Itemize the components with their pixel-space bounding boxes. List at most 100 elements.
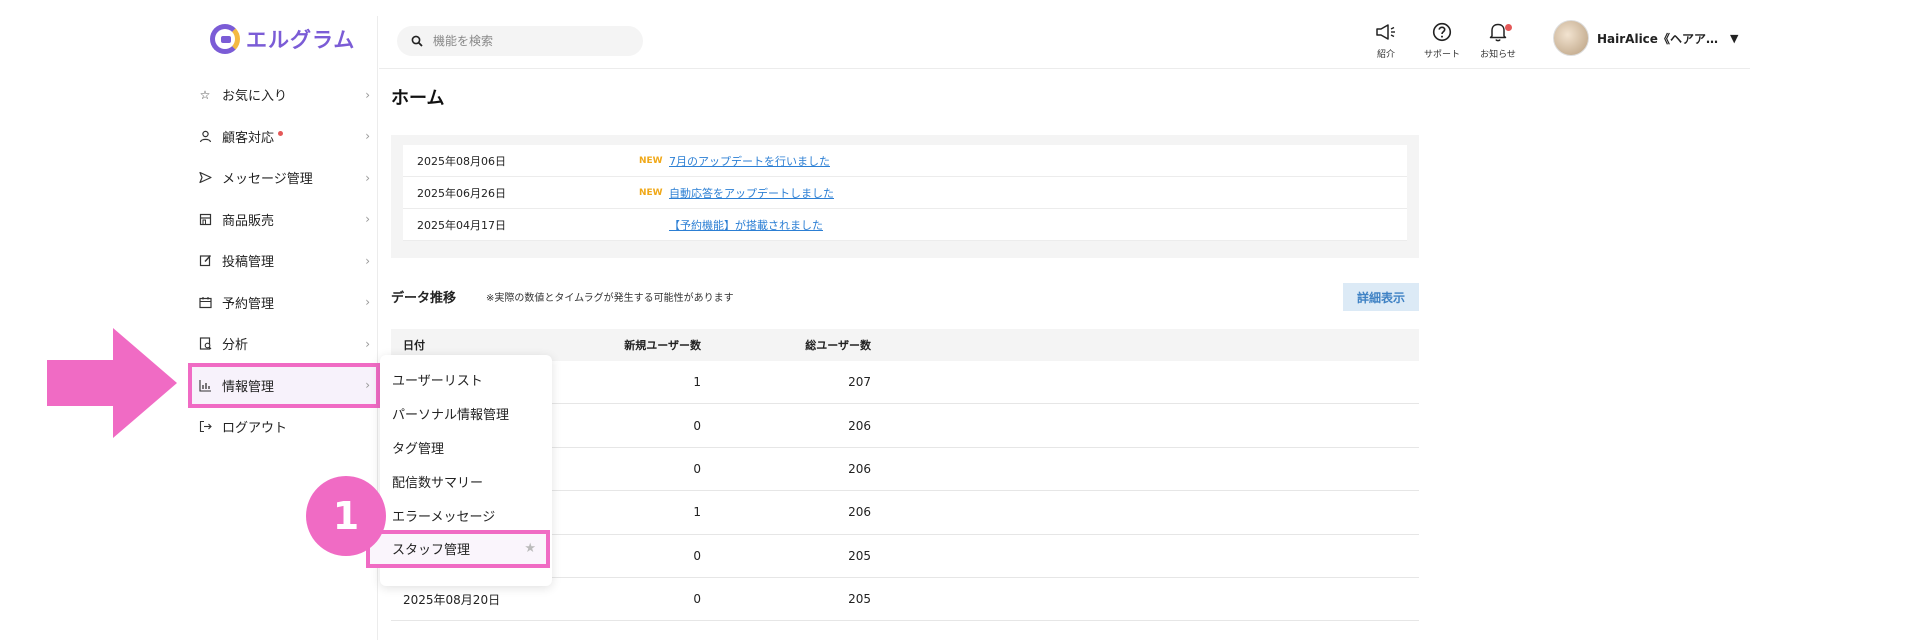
- cell-new-users: 0: [693, 548, 701, 563]
- support-button[interactable]: サポート: [1424, 22, 1461, 60]
- submenu-item-user-list[interactable]: ユーザーリスト: [380, 363, 552, 397]
- news-link[interactable]: 【予約機能】が搭載されました: [669, 217, 823, 233]
- new-badge: NEW: [639, 155, 663, 166]
- column-header-new-users: 新規ユーザー数: [624, 339, 701, 352]
- submenu-item-label: ユーザーリスト: [392, 374, 483, 390]
- user-name: HairAlice《ヘアア…: [1597, 31, 1718, 46]
- chevron-right-icon: ›: [365, 336, 370, 351]
- logout-icon: [198, 420, 212, 434]
- submenu-item-error-messages[interactable]: エラーメッセージ: [380, 498, 552, 532]
- cell-new-users: 0: [693, 461, 701, 476]
- news-date: 2025年08月06日: [417, 154, 506, 168]
- sidebar-item-label: 予約管理: [222, 296, 275, 312]
- star-icon: ☆: [199, 87, 211, 102]
- data-trend-note: ※実際の数値とタイムラグが発生する可能性があります: [486, 293, 734, 304]
- chevron-right-icon: ›: [365, 87, 370, 102]
- step-number-badge: 1: [306, 476, 386, 556]
- notifications-button[interactable]: お知らせ: [1480, 22, 1516, 60]
- submenu-item-label: パーソナル情報管理: [392, 408, 510, 424]
- column-header-total-users: 総ユーザー数: [805, 339, 871, 352]
- help-icon: [1432, 22, 1452, 46]
- sidebar-item-reservations[interactable]: 予約管理 ›: [190, 282, 378, 324]
- info-management-submenu: ユーザーリスト パーソナル情報管理 タグ管理 配信数サマリー エラーメッセージ …: [366, 355, 552, 586]
- submenu-item-label: 配信数サマリー: [392, 475, 484, 491]
- logo-text: エルグラム: [246, 28, 356, 52]
- chevron-right-icon: ›: [365, 170, 370, 185]
- edit-icon: [198, 254, 212, 268]
- search-input[interactable]: [433, 34, 623, 48]
- submenu-item-personal-info[interactable]: パーソナル情報管理: [380, 397, 552, 431]
- submenu-item-delivery-summary[interactable]: 配信数サマリー: [380, 464, 552, 498]
- referral-button[interactable]: 紹介: [1369, 22, 1403, 60]
- star-icon[interactable]: ★: [524, 541, 536, 556]
- chevron-right-icon: ›: [365, 253, 370, 268]
- column-header-date: 日付: [403, 339, 425, 352]
- sidebar-item-label: 顧客対応: [222, 130, 275, 146]
- megaphone-icon: [1375, 22, 1397, 46]
- news-item: 2025年08月06日 NEW 7月のアップデートを行いました: [403, 145, 1407, 177]
- cell-new-users: 0: [693, 592, 701, 607]
- news-item: 2025年06月26日 NEW 自動応答をアップデートしました: [403, 177, 1407, 209]
- bar-chart-icon: [198, 378, 212, 392]
- sidebar-item-label: メッセージ管理: [222, 172, 313, 188]
- cell-total-users: 207: [848, 375, 871, 390]
- report-icon: [198, 337, 212, 351]
- cell-total-users: 206: [848, 418, 871, 433]
- sidebar-nav: ☆ お気に入り › 顧客対応 › メッセージ管理 › 商品販売 › 投稿管理 ›…: [188, 74, 380, 448]
- detail-view-button[interactable]: 詳細表示: [1343, 283, 1419, 311]
- person-icon: [198, 129, 212, 143]
- news-link[interactable]: 自動応答をアップデートしました: [669, 185, 834, 201]
- user-menu[interactable]: HairAlice《ヘアア… ▼: [1553, 20, 1738, 56]
- pointer-arrow: [47, 328, 177, 438]
- sidebar-item-posts[interactable]: 投稿管理 ›: [190, 240, 378, 282]
- main-content: ホーム 2025年08月06日 NEW 7月のアップデートを行いました 2025…: [391, 84, 1421, 622]
- app-logo[interactable]: エルグラム: [210, 24, 355, 54]
- sidebar-item-favorites[interactable]: ☆ お気に入り ›: [190, 74, 378, 116]
- referral-label: 紹介: [1376, 50, 1395, 60]
- sidebar-item-label: 投稿管理: [222, 255, 275, 271]
- notifications-label: お知らせ: [1480, 50, 1516, 60]
- data-trend-title: データ推移: [391, 291, 457, 306]
- shop-icon: [198, 212, 212, 226]
- send-icon: [198, 171, 212, 185]
- header-actions: 紹介 サポート お知らせ: [1369, 22, 1516, 60]
- news-date: 2025年06月26日: [417, 186, 506, 200]
- cell-new-users: 1: [693, 505, 701, 520]
- cell-date: 2025年08月20日: [403, 592, 501, 607]
- sidebar-item-label: お気に入り: [222, 89, 288, 105]
- chevron-right-icon: ›: [365, 129, 370, 144]
- logo-icon: [210, 24, 240, 54]
- news-item: 2025年04月17日 【予約機能】が搭載されました: [403, 209, 1407, 241]
- sidebar-item-label: 情報管理: [222, 379, 275, 395]
- support-label: サポート: [1424, 50, 1461, 60]
- news-link[interactable]: 7月のアップデートを行いました: [669, 153, 830, 169]
- new-badge: NEW: [639, 187, 663, 198]
- cell-total-users: 205: [848, 548, 871, 563]
- chevron-right-icon: ›: [365, 295, 370, 310]
- sidebar-item-info-management[interactable]: 情報管理 ›: [188, 362, 380, 408]
- caret-down-icon: ▼: [1729, 31, 1739, 45]
- notification-dot: [278, 130, 284, 136]
- cell-total-users: 206: [848, 461, 871, 476]
- page-title: ホーム: [391, 88, 445, 109]
- submenu-item-staff-management[interactable]: スタッフ管理 ★: [366, 529, 550, 568]
- sidebar-item-messages[interactable]: メッセージ管理 ›: [190, 157, 378, 199]
- submenu-item-tags[interactable]: タグ管理: [380, 431, 552, 465]
- cell-new-users: 0: [693, 418, 701, 433]
- sidebar-item-label: 分析: [222, 338, 249, 354]
- news-date: 2025年04月17日: [417, 218, 506, 232]
- sidebar-item-sales[interactable]: 商品販売 ›: [190, 199, 378, 241]
- cell-total-users: 206: [848, 505, 871, 520]
- search-icon: [411, 32, 423, 51]
- news-panel: 2025年08月06日 NEW 7月のアップデートを行いました 2025年06月…: [391, 135, 1419, 258]
- submenu-item-label: エラーメッセージ: [392, 509, 496, 525]
- sidebar-item-logout[interactable]: ログアウト: [190, 406, 378, 448]
- search-box[interactable]: [397, 26, 643, 56]
- data-trend-header: データ推移 ※実際の数値とタイムラグが発生する可能性があります 詳細表示: [391, 283, 1419, 311]
- sidebar-item-customer-support[interactable]: 顧客対応 ›: [190, 116, 378, 158]
- submenu-item-label: スタッフ管理: [392, 543, 471, 559]
- avatar: [1553, 20, 1589, 56]
- sidebar-item-label: 商品販売: [222, 213, 275, 229]
- sidebar-item-analytics[interactable]: 分析 ›: [190, 323, 378, 365]
- notification-dot: [1505, 24, 1512, 31]
